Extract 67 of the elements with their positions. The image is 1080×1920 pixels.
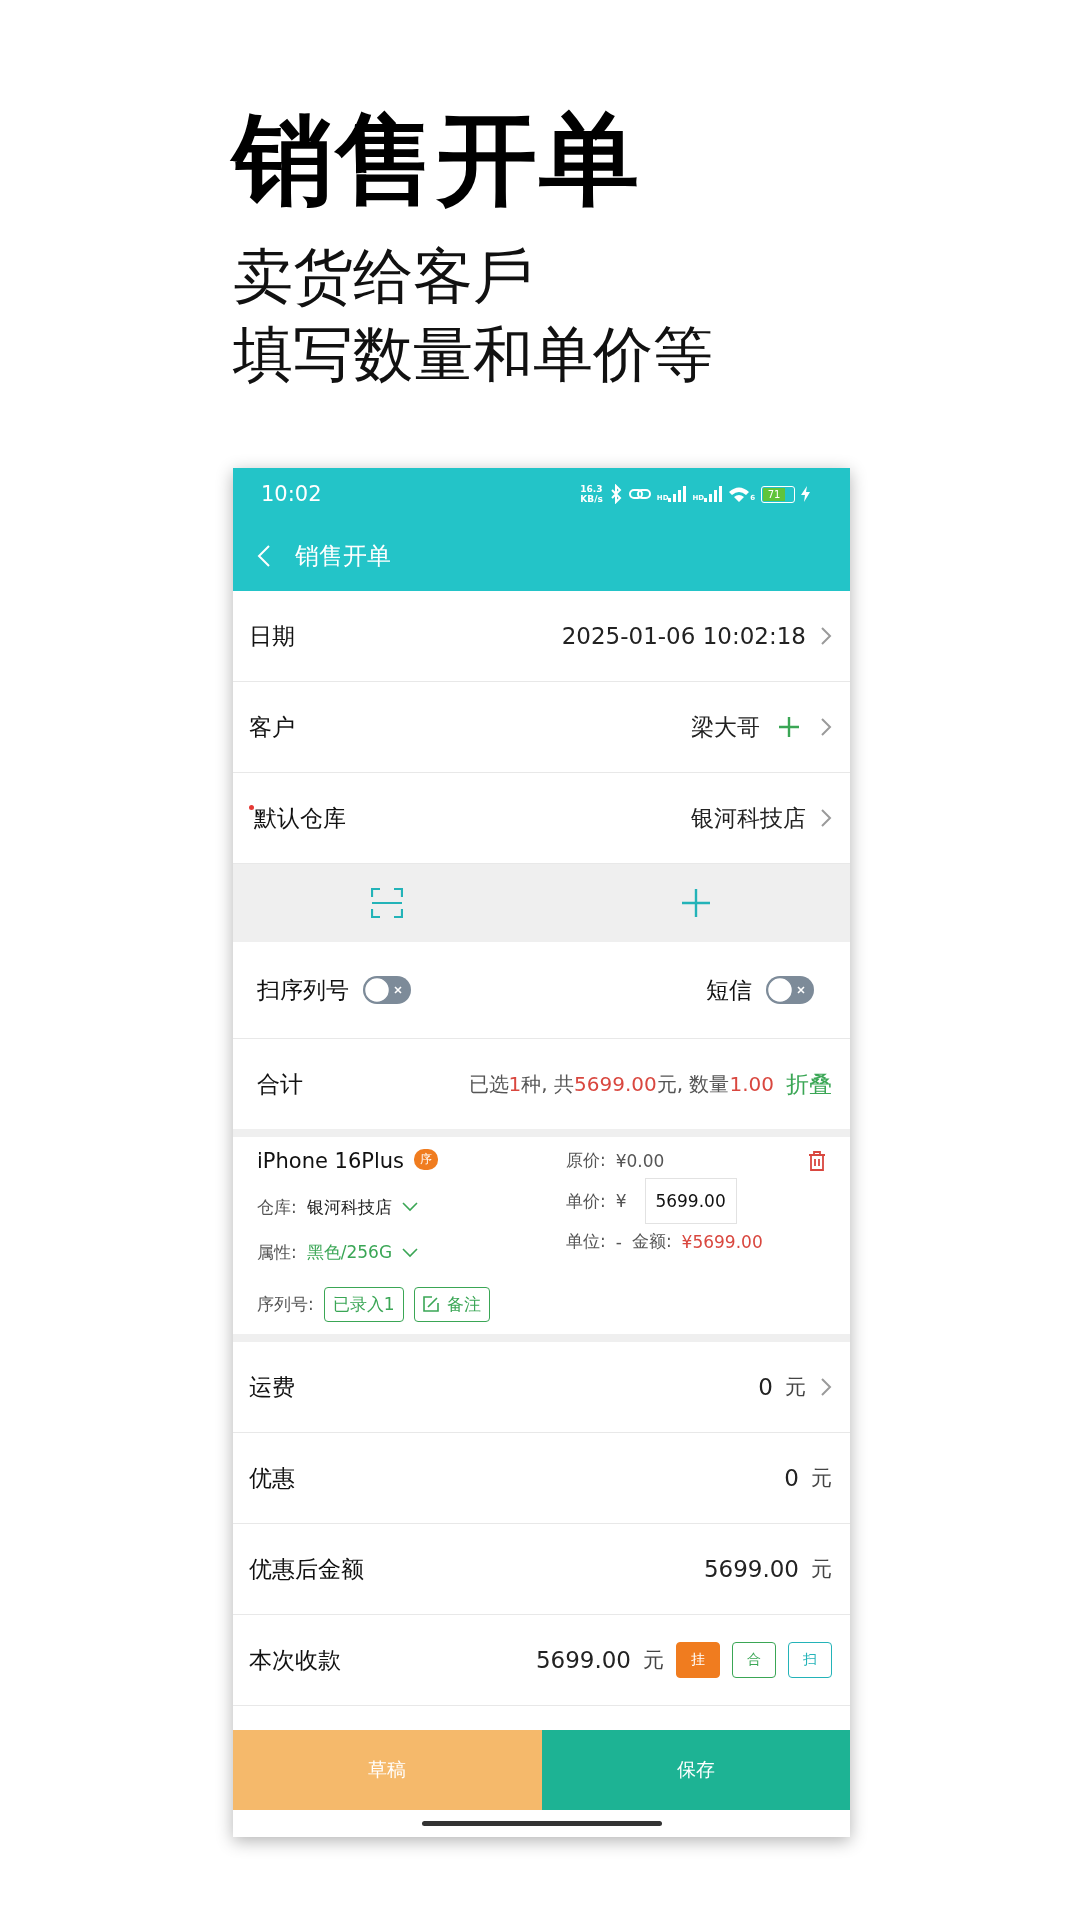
field-label: 客户	[249, 712, 295, 742]
attribute-value[interactable]: 黑色/256G	[306, 1241, 393, 1265]
signal-icon	[704, 486, 723, 502]
toggle-label: 扫序列号	[257, 975, 349, 1005]
action-button[interactable]: 挂	[676, 1642, 720, 1678]
field-label: 金额:	[631, 1230, 672, 1253]
serial-button[interactable]: 已录入1	[323, 1286, 404, 1322]
trash-icon[interactable]	[808, 1150, 826, 1171]
field-value[interactable]: 0	[758, 1374, 773, 1400]
product-name: iPhone 16Plus	[257, 1149, 405, 1173]
link-icon	[628, 487, 651, 501]
toggle-switch[interactable]	[766, 976, 814, 1004]
toggle-switch[interactable]	[363, 976, 411, 1004]
amount-value: ¥5699.00	[681, 1231, 763, 1252]
chevron-down-icon	[402, 1247, 419, 1258]
unit-value: -	[615, 1231, 622, 1252]
toggle-label: 短信	[706, 975, 752, 1005]
field-label: 原价:	[566, 1149, 606, 1172]
action-button[interactable]: 合	[732, 1642, 776, 1678]
signal-icon	[668, 486, 687, 502]
back-icon[interactable]	[257, 543, 271, 568]
field-label: 优惠	[249, 1463, 295, 1493]
draft-button[interactable]: 草稿	[233, 1730, 542, 1810]
serial-badge: 序	[414, 1149, 439, 1170]
field-label: 单位:	[566, 1230, 606, 1253]
wifi-icon	[728, 486, 751, 502]
field-label: 默认仓库	[254, 803, 346, 833]
original-price: ¥0.00	[615, 1150, 665, 1171]
field-label: 本次收款	[249, 1645, 341, 1675]
field-label: 日期	[249, 621, 295, 651]
chevron-down-icon	[401, 1202, 418, 1213]
field-label: 单价:	[566, 1189, 606, 1213]
summary-label: 合计	[257, 1069, 303, 1099]
field-label: 运费	[249, 1372, 295, 1402]
unit-label: 元	[643, 1647, 664, 1674]
network-speed: 16.3 KB/s	[580, 484, 603, 504]
subtitle-text: 填写数量和单价等	[233, 318, 714, 391]
field-value: 0	[784, 1465, 799, 1491]
status-time: 10:02	[261, 482, 322, 506]
field-label: 序列号:	[257, 1292, 314, 1316]
edit-icon	[422, 1296, 439, 1313]
note-button[interactable]: 备注	[413, 1286, 490, 1322]
currency-sign: ¥	[615, 1191, 627, 1211]
field-value[interactable]: 银河科技店	[691, 802, 806, 834]
field-value[interactable]: 2025-01-06 10:02:18	[561, 623, 806, 649]
unit-label: 元	[811, 1556, 832, 1583]
subtitle-text: 卖货给客戶	[233, 240, 534, 313]
unit-label: 元	[811, 1465, 832, 1492]
field-label: 属性:	[257, 1241, 297, 1265]
bluetooth-icon	[608, 484, 623, 504]
field-value: 5699.00	[703, 1556, 799, 1582]
page-title: 销售开单	[295, 540, 391, 572]
field-label: 仓库:	[257, 1195, 297, 1219]
warehouse-value[interactable]: 银河科技店	[306, 1195, 392, 1219]
plus-icon[interactable]	[680, 888, 711, 918]
price-field[interactable]: 5699.00	[644, 1178, 737, 1224]
summary-text: 已选1种, 共5699.00元, 数量1.00	[468, 1070, 774, 1098]
save-button[interactable]: 保存	[541, 1730, 850, 1810]
unit-label: 元	[785, 1374, 806, 1401]
scan-icon[interactable]	[371, 888, 404, 918]
battery-level: 71	[763, 487, 785, 501]
field-label: 优惠后金额	[249, 1554, 364, 1584]
plus-icon[interactable]	[778, 716, 800, 738]
collapse-link[interactable]: 折叠	[786, 1068, 832, 1100]
payment-amount[interactable]: 5699.00	[535, 1647, 631, 1673]
action-button[interactable]: 扫	[788, 1642, 832, 1678]
field-value[interactable]: 梁大哥	[691, 711, 760, 743]
